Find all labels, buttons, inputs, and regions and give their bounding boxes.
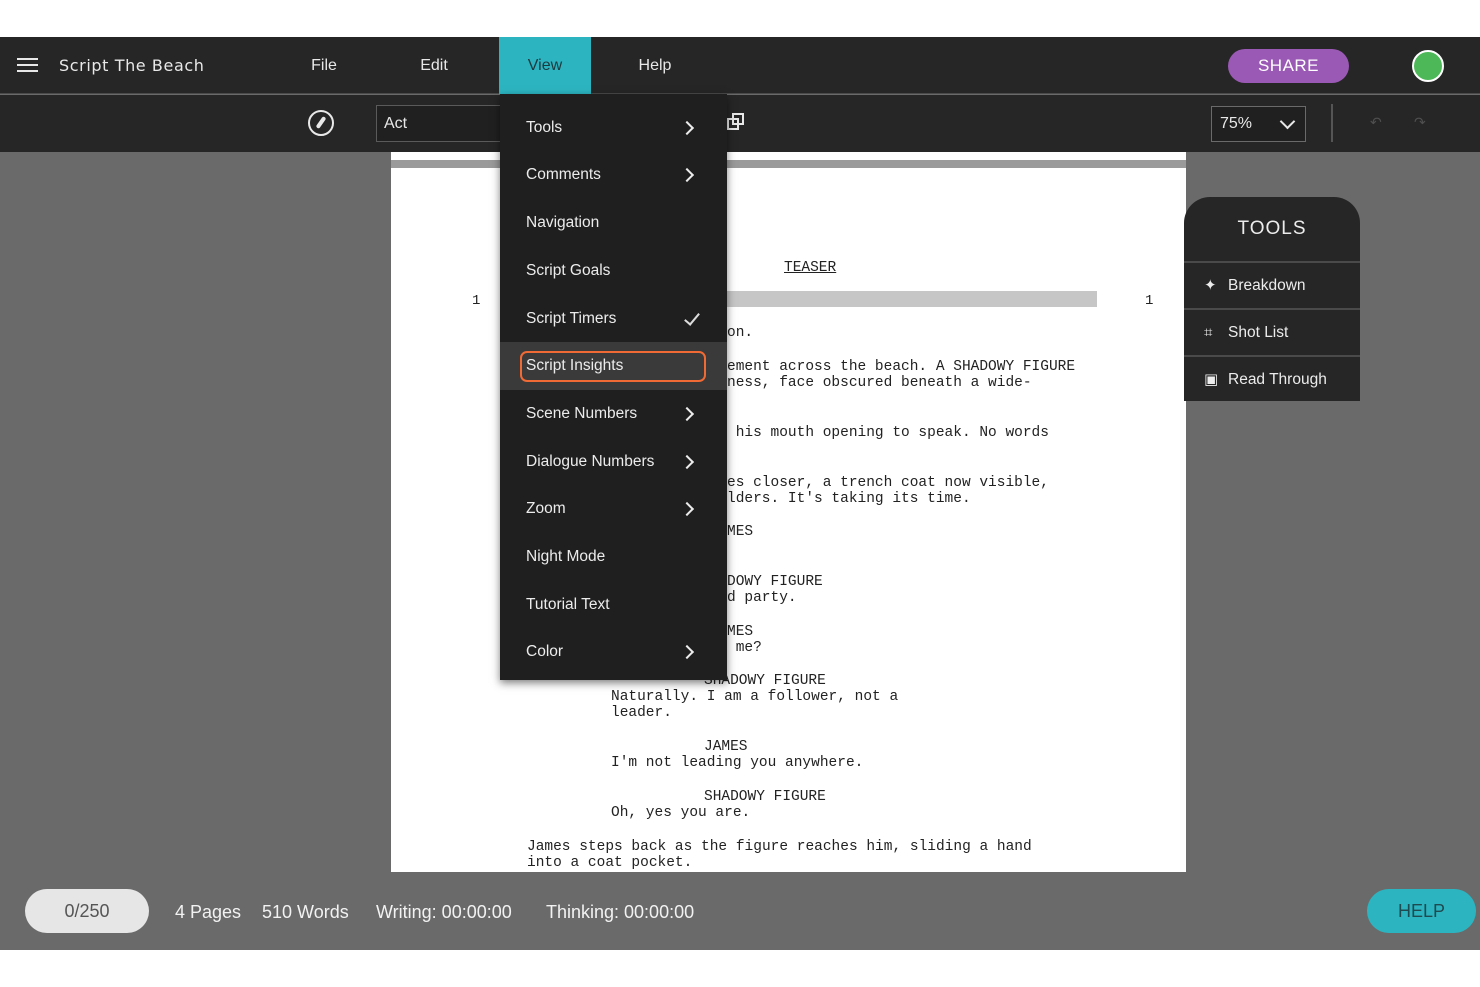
character-cue[interactable]: JAMES — [704, 739, 748, 756]
tools-panel: TOOLS ✦ Breakdown ⌗ Shot List ▣ Read Thr… — [1184, 197, 1360, 401]
breakdown-button[interactable]: ✦ Breakdown — [1184, 261, 1360, 306]
view-menu-script-goals[interactable]: Script Goals — [500, 247, 727, 295]
script-line[interactable]: ness, face obscured beneath a wide- — [727, 375, 1032, 392]
view-menu-zoom[interactable]: Zoom — [500, 485, 727, 533]
view-menu-scene-numbers[interactable]: Scene Numbers — [500, 390, 727, 438]
menu-item-label: Comments — [526, 166, 601, 183]
action-line[interactable]: James steps back as the figure reaches h… — [527, 839, 1032, 856]
view-menu-color[interactable]: Color — [500, 628, 727, 676]
toolbar: Act 75% ↶ ↷ — [0, 95, 1480, 152]
popout-window-icon[interactable] — [727, 113, 745, 131]
dialogue-line[interactable]: d party. — [727, 590, 797, 607]
view-menu-navigation[interactable]: Navigation — [500, 199, 727, 247]
menu-item-label: Dialogue Numbers — [526, 453, 655, 470]
action-line[interactable]: into a coat pocket. — [527, 855, 692, 872]
app-window: Script The Beach File Edit View Help SHA… — [0, 37, 1480, 950]
chevron-down-icon — [1279, 113, 1296, 130]
element-type-select[interactable]: Act — [376, 105, 516, 142]
menu-item-label: Navigation — [526, 214, 600, 231]
script-line[interactable]: es closer, a trench coat now visible, — [727, 475, 1049, 492]
highlight-outline — [520, 351, 706, 382]
chevron-right-icon — [679, 644, 695, 660]
share-button[interactable]: SHARE — [1228, 49, 1349, 83]
dialogue-line[interactable]: Naturally. I am a follower, not a — [611, 689, 898, 706]
character-cue[interactable]: DOWY FIGURE — [727, 574, 823, 591]
chevron-right-icon — [679, 167, 695, 183]
chevron-right-icon — [679, 501, 695, 517]
menu-edit[interactable]: Edit — [410, 37, 458, 94]
word-count: 510 Words — [262, 902, 349, 922]
view-dropdown-menu: Tools Comments Navigation Script Goals S… — [500, 94, 727, 680]
redo-icon[interactable]: ↷ — [1414, 115, 1428, 129]
zoom-select[interactable]: 75% — [1211, 106, 1306, 142]
chevron-right-icon — [679, 406, 695, 422]
chevron-right-icon — [679, 120, 695, 136]
tool-label: Breakdown — [1228, 277, 1306, 294]
writing-timer: Writing: 00:00:00 — [376, 902, 512, 922]
scene-number-right: 1 — [1145, 293, 1154, 309]
read-through-button[interactable]: ▣ Read Through — [1184, 355, 1360, 400]
dialogue-line[interactable]: me? — [727, 640, 762, 657]
clipboard-icon: ▣ — [1204, 371, 1219, 388]
page-count: 4 Pages — [175, 902, 242, 922]
undo-icon[interactable]: ↶ — [1370, 115, 1384, 129]
view-menu-script-timers[interactable]: Script Timers — [500, 295, 727, 343]
shot-list-button[interactable]: ⌗ Shot List — [1184, 308, 1360, 353]
dialogue-line[interactable]: I'm not leading you anywhere. — [611, 755, 863, 772]
menu-bar: Script The Beach File Edit View Help SHA… — [0, 37, 1480, 94]
menu-item-label: Tutorial Text — [526, 596, 610, 613]
menu-help[interactable]: Help — [630, 37, 680, 94]
view-menu-tools[interactable]: Tools — [500, 104, 727, 152]
view-menu-tutorial-text[interactable]: Tutorial Text — [500, 581, 727, 629]
checkmark-icon — [684, 309, 700, 326]
online-status-icon[interactable] — [1412, 50, 1444, 82]
tool-label: Shot List — [1228, 324, 1289, 341]
script-heading[interactable]: TEASER — [784, 260, 836, 277]
script-title[interactable]: Script The Beach — [59, 56, 205, 75]
dialogue-line[interactable]: Oh, yes you are. — [611, 805, 750, 822]
menu-view[interactable]: View — [499, 37, 591, 94]
chevron-right-icon — [679, 454, 695, 470]
script-line[interactable]: lders. It's taking its time. — [727, 491, 971, 508]
menu-item-label: Scene Numbers — [526, 405, 638, 422]
script-line[interactable]: ement across the beach. A SHADOWY FIGURE — [727, 359, 1075, 376]
help-button[interactable]: HELP — [1367, 889, 1476, 933]
character-cue[interactable]: SHADOWY FIGURE — [704, 789, 826, 806]
menu-item-label: Script Timers — [526, 310, 617, 327]
menu-item-label: Zoom — [526, 500, 566, 517]
menu-file[interactable]: File — [300, 37, 348, 94]
navigator-compass-icon[interactable] — [308, 110, 334, 136]
status-bar: 0/250 4 Pages 510 Words Writing: 00:00:0… — [0, 872, 1480, 950]
menu-item-label: Night Mode — [526, 548, 606, 565]
view-menu-comments[interactable]: Comments — [500, 151, 727, 199]
tools-panel-title: TOOLS — [1237, 218, 1307, 239]
dialogue-line[interactable]: leader. — [611, 705, 672, 722]
view-menu-script-insights[interactable]: Script Insights — [500, 342, 727, 390]
script-line[interactable]: on. — [727, 325, 753, 342]
menu-item-label: Tools — [526, 119, 563, 136]
magic-wand-icon: ✦ — [1204, 277, 1217, 294]
zoom-value: 75% — [1220, 115, 1253, 132]
menu-item-label: Script Goals — [526, 262, 611, 279]
view-menu-night-mode[interactable]: Night Mode — [500, 533, 727, 581]
menu-item-label: Color — [526, 643, 564, 660]
toolbar-divider — [1331, 104, 1333, 142]
character-cue[interactable]: MES — [727, 524, 753, 541]
thinking-timer: Thinking: 00:00:00 — [546, 902, 695, 922]
view-menu-dialogue-numbers[interactable]: Dialogue Numbers — [500, 438, 727, 486]
character-cue[interactable]: MES — [727, 624, 753, 641]
hamburger-menu-icon[interactable] — [17, 58, 38, 72]
tool-label: Read Through — [1228, 371, 1327, 388]
word-goal-counter[interactable]: 0/250 — [25, 889, 149, 933]
frame-icon: ⌗ — [1204, 324, 1213, 341]
script-line[interactable]: his mouth opening to speak. No words — [727, 425, 1049, 442]
scene-number-left: 1 — [472, 293, 481, 309]
